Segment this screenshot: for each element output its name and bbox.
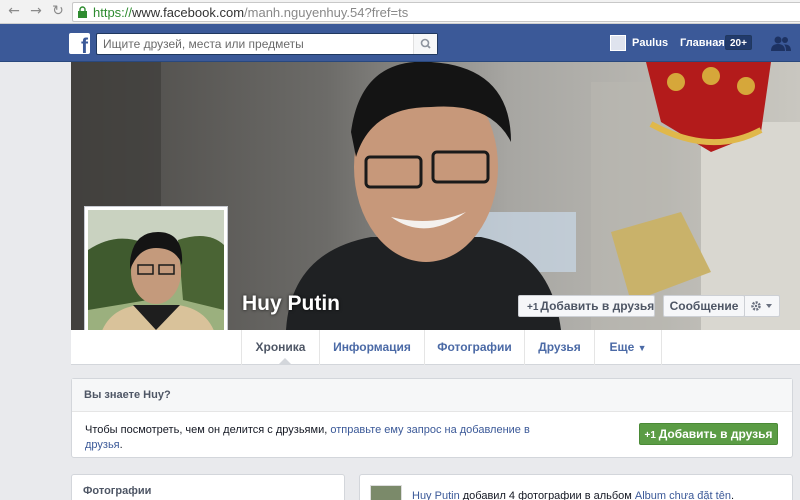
lock-icon	[78, 6, 87, 18]
address-bar[interactable]: https://www.facebook.com/manh.nguyenhuy.…	[72, 2, 800, 22]
browser-toolbar: ← → ↻ https://www.facebook.com/manh.nguy…	[0, 0, 800, 24]
know-person-text: Чтобы посмотреть, чем он делится с друзь…	[85, 424, 530, 451]
facebook-topbar: f Paulus Главная 20+	[0, 24, 800, 62]
profile-picture[interactable]	[84, 206, 228, 350]
url-text: https://www.facebook.com/manh.nguyenhuy.…	[93, 5, 409, 20]
post-text: Huy Putin добавил 4 фотографии в альбом …	[412, 490, 734, 500]
home-count-badge: 20+	[725, 35, 752, 50]
tab-photos[interactable]: Фотографии	[424, 330, 524, 365]
photos-card-title[interactable]: Фотографии	[83, 485, 151, 497]
search-button[interactable]	[413, 34, 437, 54]
profile-tabs: Хроника Информация Фотографии Друзья Еще…	[71, 330, 800, 365]
forward-icon[interactable]: →	[28, 3, 44, 19]
know-person-box: Вы знаете Huy? Чтобы посмотреть, чем он …	[71, 378, 793, 458]
search-icon	[420, 38, 431, 49]
active-tab-indicator	[278, 358, 292, 365]
user-name-link[interactable]: Paulus	[632, 37, 668, 49]
search-input[interactable]	[97, 34, 413, 54]
post-author-link[interactable]: Huy Putin	[412, 490, 460, 500]
timeline-post: Huy Putin добавил 4 фотографии в альбом …	[359, 474, 793, 500]
user-avatar[interactable]	[610, 35, 626, 51]
search-box	[96, 33, 438, 55]
back-icon[interactable]: ←	[6, 3, 22, 19]
profile-name[interactable]: Huy Putin	[242, 292, 340, 316]
gear-icon	[751, 301, 772, 311]
tab-about[interactable]: Информация	[319, 330, 424, 365]
tab-more[interactable]: Еще ▼	[594, 330, 662, 365]
settings-dropdown-button[interactable]	[744, 295, 780, 317]
message-button[interactable]: Сообщение	[663, 295, 745, 317]
tab-friends[interactable]: Друзья	[524, 330, 594, 365]
album-link[interactable]: Album chưa đặt tên	[635, 490, 731, 500]
know-person-title: Вы знаете Huy?	[72, 379, 792, 412]
reload-icon[interactable]: ↻	[50, 3, 66, 19]
chevron-down-icon: ▼	[637, 343, 647, 353]
add-friend-button[interactable]: +1 Добавить в друзья	[518, 295, 655, 317]
add-friend-icon: +1	[527, 302, 539, 313]
add-friend-icon: +1	[644, 430, 659, 441]
add-friend-green-button[interactable]: +1 Добавить в друзья	[639, 423, 778, 445]
friend-requests-icon[interactable]	[770, 35, 792, 52]
photos-card: Фотографии	[71, 474, 345, 500]
post-author-avatar[interactable]	[370, 485, 402, 500]
profile-image	[88, 210, 224, 346]
facebook-logo-icon[interactable]: f	[69, 33, 90, 54]
home-link[interactable]: Главная	[680, 37, 725, 49]
